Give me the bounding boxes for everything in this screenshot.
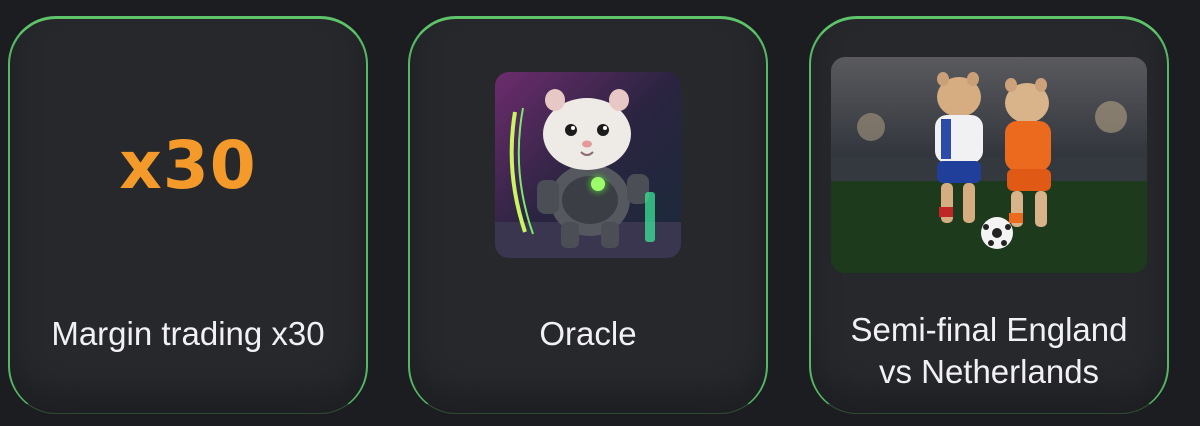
hamsters-football-image	[831, 57, 1147, 273]
oracle-card[interactable]: Oracle	[408, 16, 768, 414]
card-title: Oracle	[539, 315, 637, 352]
margin-trading-card[interactable]: x30 Margin trading x30	[8, 16, 368, 414]
task-cards-row: x30 Margin trading x30 Oracle Semi-final…	[0, 0, 1200, 426]
card-title-line-1: Semi-final England	[850, 311, 1128, 348]
card-title: Semi-final England vs Netherlands	[823, 309, 1155, 393]
hamster-robot-image	[495, 72, 681, 258]
x30-label: x30	[119, 126, 257, 204]
card-title-line-2: vs Netherlands	[878, 353, 1100, 390]
card-visual	[811, 57, 1167, 273]
card-visual	[410, 57, 766, 273]
card-title: Margin trading x30	[51, 315, 325, 352]
card-visual: x30	[10, 57, 366, 273]
semi-final-card[interactable]: Semi-final England vs Netherlands	[809, 16, 1169, 414]
